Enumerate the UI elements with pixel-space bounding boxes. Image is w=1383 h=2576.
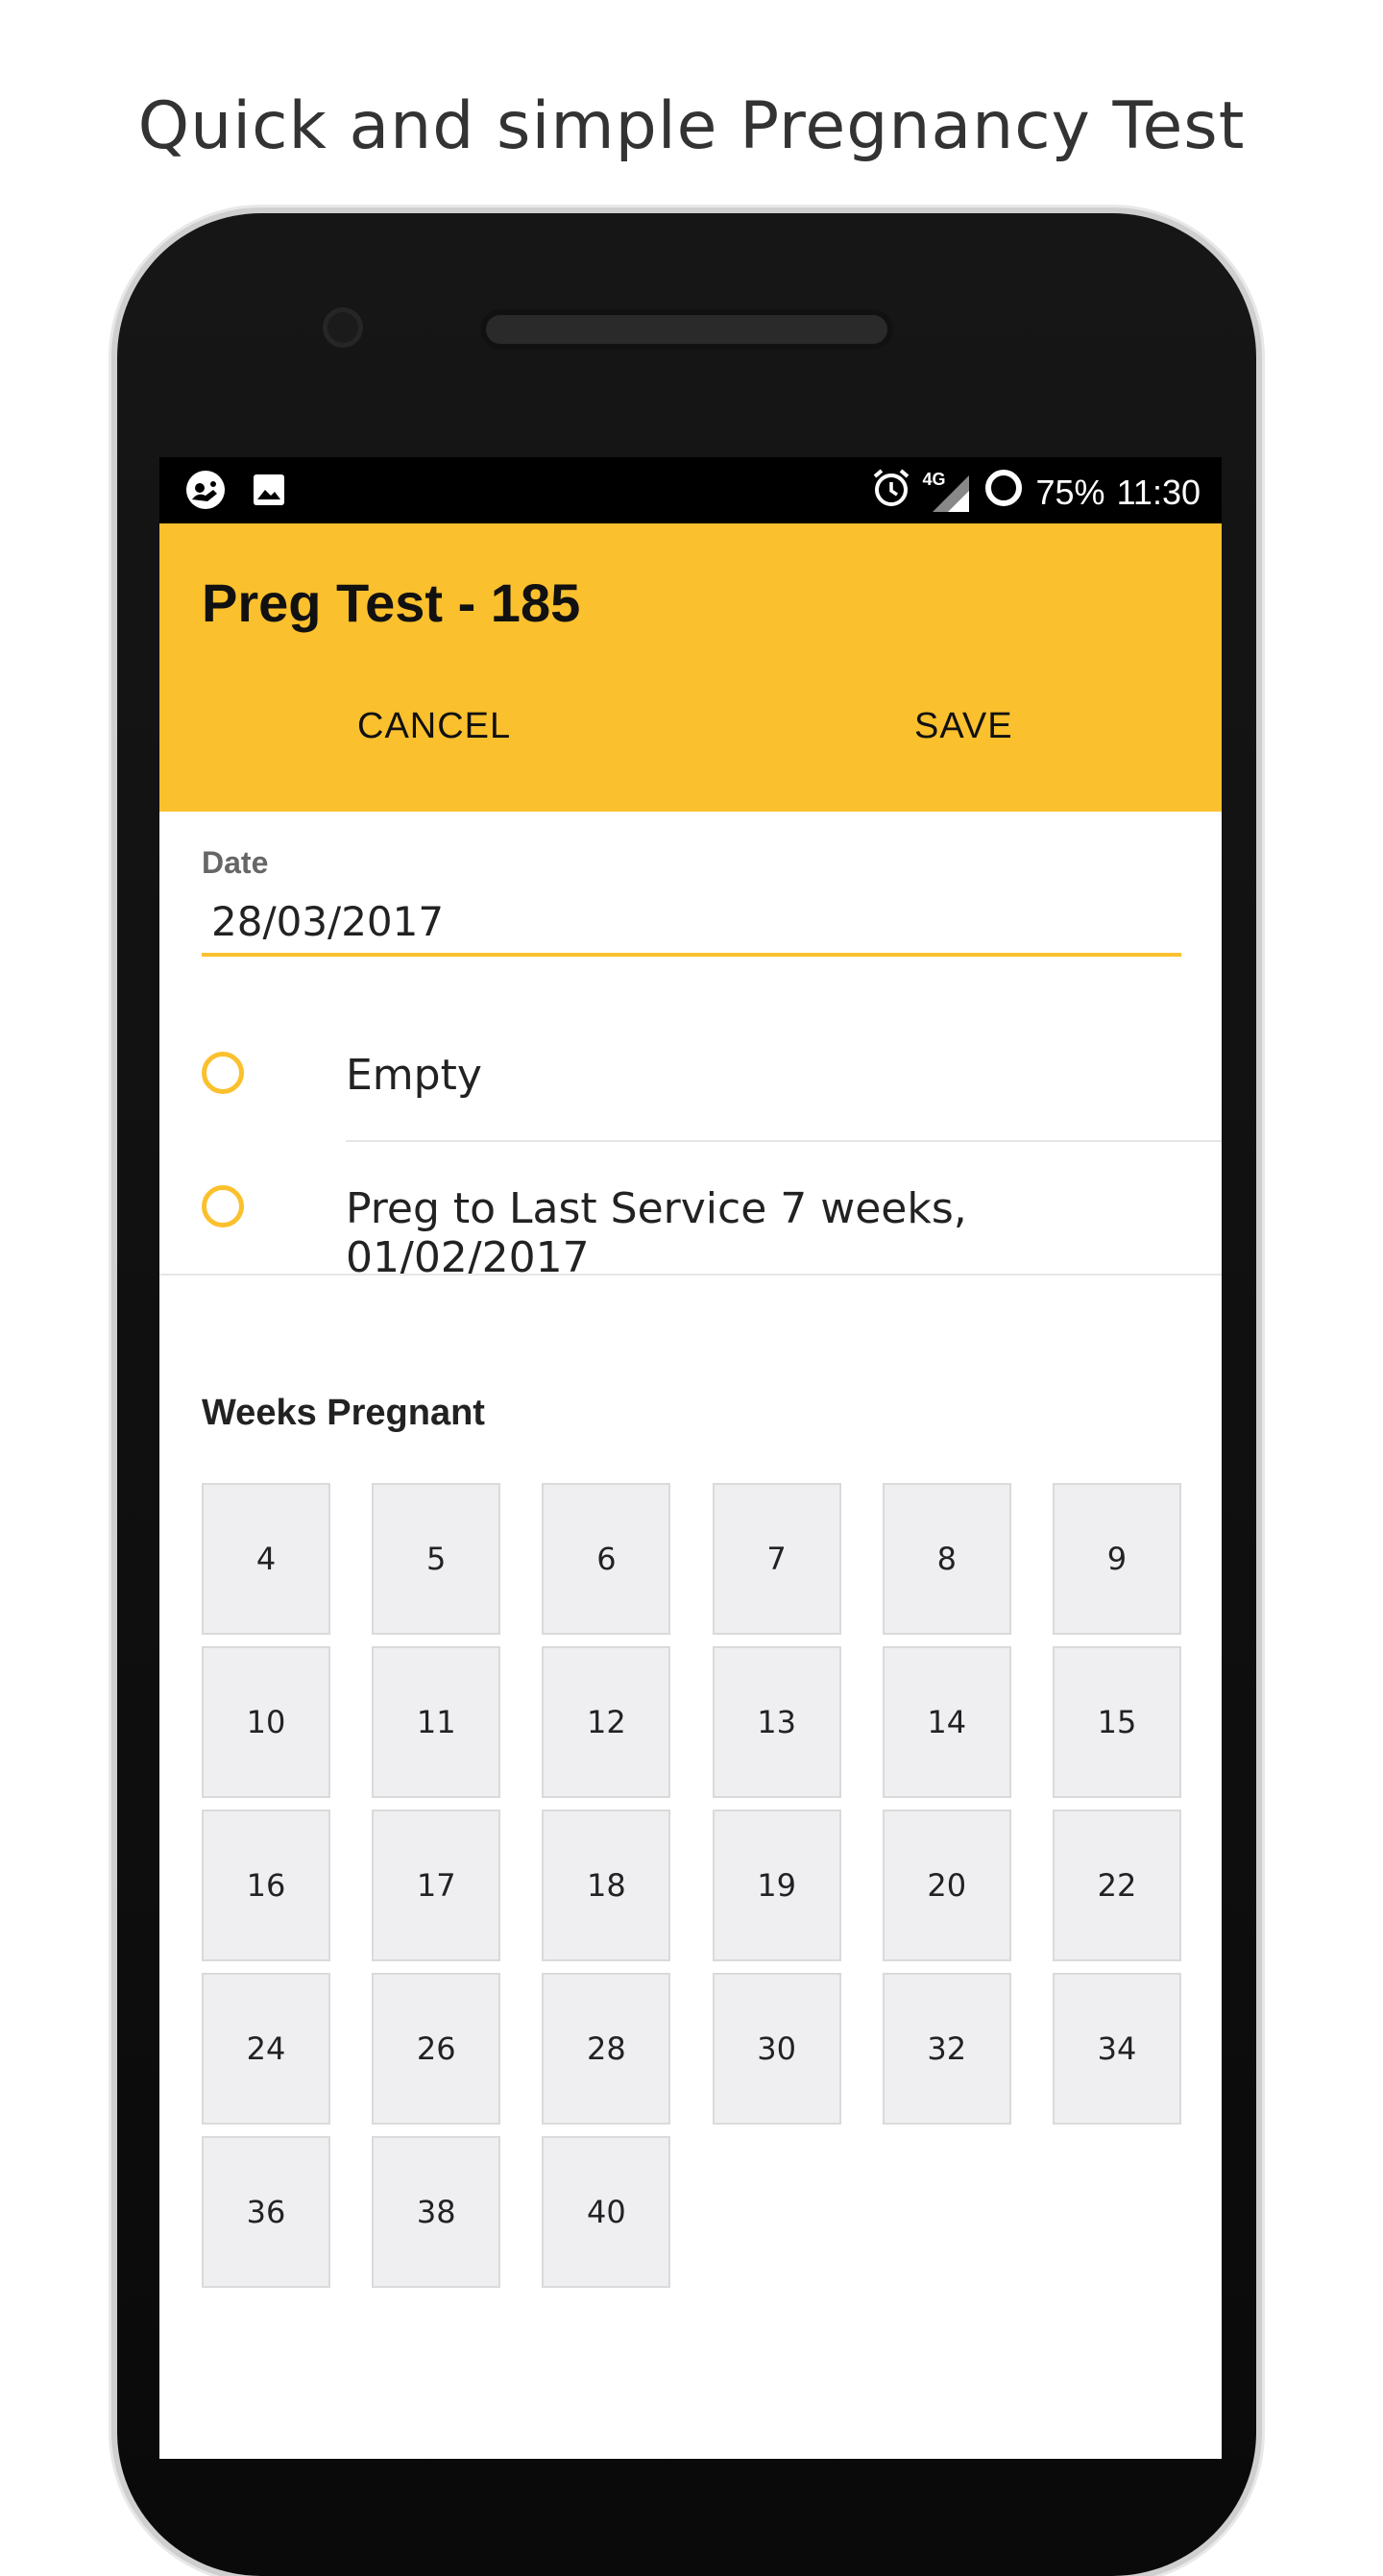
week-button[interactable]: 20	[882, 1810, 1011, 1961]
alarm-icon	[871, 467, 911, 518]
week-button[interactable]: 30	[712, 1973, 841, 2125]
week-button[interactable]: 34	[1052, 1973, 1181, 2125]
radio-button[interactable]	[202, 1185, 244, 1227]
week-button[interactable]: 7	[712, 1483, 841, 1635]
phone-power-button	[1256, 1287, 1264, 1614]
status-left-icons	[184, 469, 290, 511]
signal-4g-icon: 4G	[922, 469, 971, 514]
radio-option-last-service[interactable]: Preg to Last Service 7 weeks, 01/02/2017	[159, 1142, 1222, 1282]
week-button[interactable]: 22	[1052, 1810, 1181, 1961]
week-button[interactable]: 32	[882, 1973, 1011, 2125]
network-type-label: 4G	[922, 469, 946, 489]
week-button[interactable]: 28	[542, 1973, 671, 2125]
promo-headline: Quick and simple Pregnancy Test	[137, 88, 1246, 164]
week-button[interactable]: 9	[1052, 1483, 1181, 1635]
cancel-button[interactable]: CANCEL	[357, 706, 511, 747]
week-button[interactable]: 26	[372, 1973, 501, 2125]
radio-option-label: Preg to Last Service 7 weeks, 01/02/2017	[346, 1184, 967, 1282]
radio-button[interactable]	[202, 1052, 244, 1094]
status-bar: 4G 75% 11:30	[159, 457, 1222, 523]
date-label: Date	[202, 845, 269, 880]
week-button[interactable]: 19	[712, 1810, 841, 1961]
app-notification-icon	[184, 469, 227, 511]
app-bar: Preg Test - 185 CANCEL SAVE	[159, 523, 1222, 812]
week-button[interactable]: 14	[882, 1646, 1011, 1798]
save-button[interactable]: SAVE	[914, 706, 1013, 747]
week-button[interactable]: 36	[202, 2136, 330, 2288]
page-title: Preg Test - 185	[202, 572, 581, 633]
week-button[interactable]: 38	[372, 2136, 501, 2288]
week-button[interactable]: 17	[372, 1810, 501, 1961]
battery-icon	[983, 467, 1025, 518]
battery-percent: 75%	[1035, 472, 1105, 512]
earpiece-speaker	[480, 309, 893, 350]
week-button[interactable]: 8	[882, 1483, 1011, 1635]
section-divider	[159, 1274, 1222, 1276]
status-time: 11:30	[1116, 472, 1201, 512]
week-button[interactable]: 4	[202, 1483, 330, 1635]
week-button[interactable]: 24	[202, 1973, 330, 2125]
phone-volume-button	[1256, 1037, 1264, 1201]
week-button[interactable]: 10	[202, 1646, 330, 1798]
radio-option-empty[interactable]: Empty	[159, 1009, 1222, 1141]
front-camera	[323, 307, 363, 348]
week-button[interactable]: 40	[542, 2136, 671, 2288]
weeks-grid: 4 5 6 7 8 9 10 11 12 13 14 15 16 17 18 1…	[202, 1483, 1181, 2288]
week-button[interactable]: 15	[1052, 1646, 1181, 1798]
weeks-pregnant-heading: Weeks Pregnant	[202, 1393, 485, 1433]
status-right-area: 4G 75% 11:30	[871, 467, 1201, 518]
week-button[interactable]: 13	[712, 1646, 841, 1798]
image-icon	[248, 469, 290, 511]
week-button[interactable]: 12	[542, 1646, 671, 1798]
week-button[interactable]: 16	[202, 1810, 330, 1961]
phone-screen: 4G 75% 11:30 Preg Test - 185 CANCEL SAVE…	[159, 457, 1222, 2459]
week-button[interactable]: 18	[542, 1810, 671, 1961]
week-button[interactable]: 11	[372, 1646, 501, 1798]
radio-option-label: Empty	[346, 1051, 482, 1100]
date-field[interactable]	[202, 889, 1181, 957]
week-button[interactable]: 5	[372, 1483, 501, 1635]
week-button[interactable]: 6	[542, 1483, 671, 1635]
